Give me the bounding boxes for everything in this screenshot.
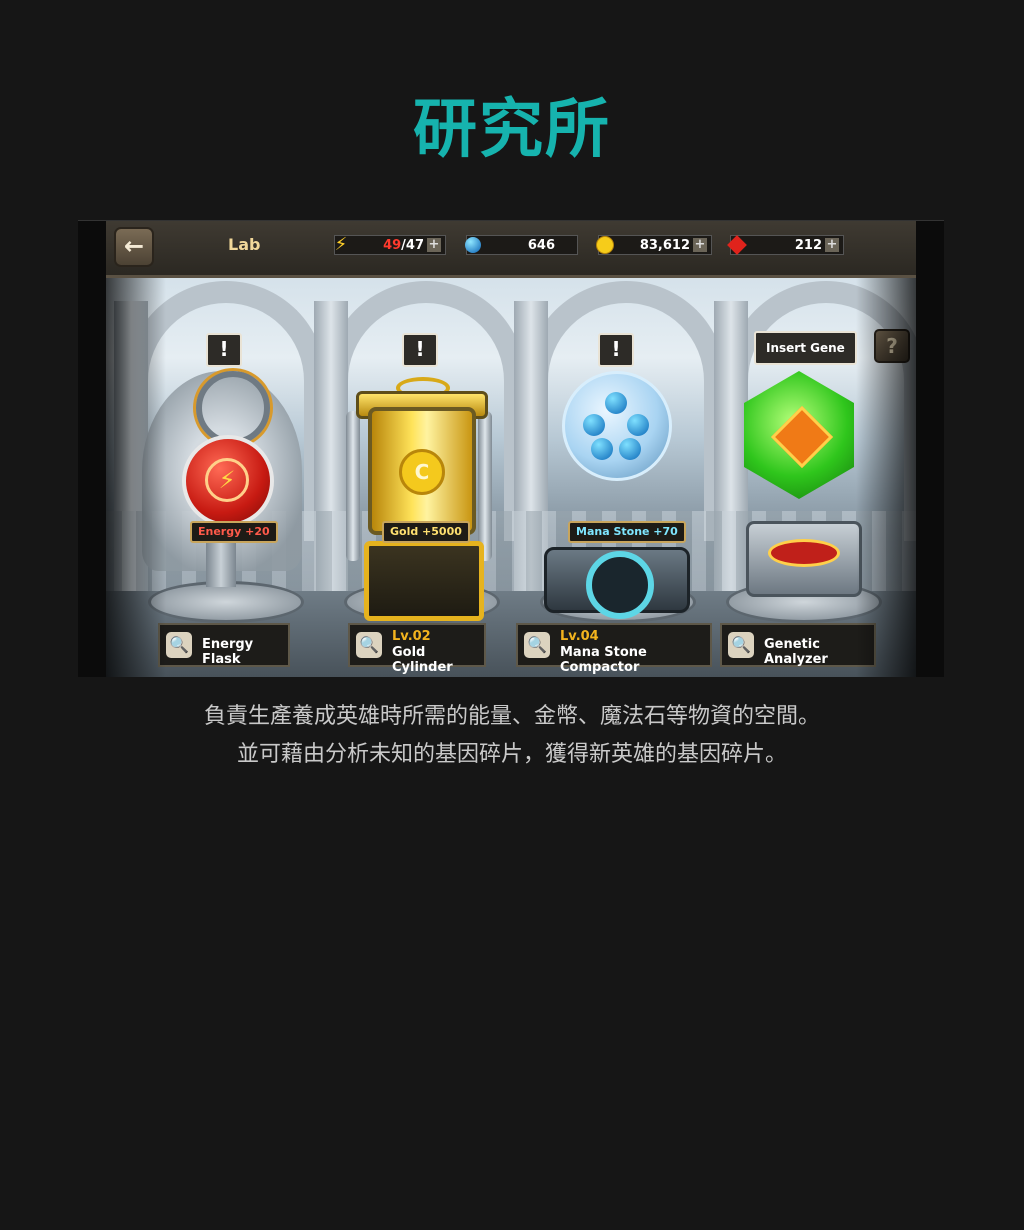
pipe bbox=[478, 411, 492, 561]
energy-max: /47 bbox=[401, 238, 424, 253]
machine-name: Mana Stone Compactor bbox=[560, 645, 647, 675]
page-title: 研究所 bbox=[413, 93, 611, 167]
mana-compactor-alert[interactable]: ! bbox=[598, 333, 634, 367]
gold-counter[interactable]: 83,612 + bbox=[596, 235, 712, 255]
analyzer-ring bbox=[768, 539, 840, 567]
lightning-icon: ⚡ bbox=[205, 458, 249, 502]
mana-stone-value: 646 bbox=[527, 238, 555, 253]
energy-current: 49 bbox=[383, 238, 402, 253]
energy-flask-info-button[interactable]: 🔍 Energy Flask bbox=[158, 623, 290, 667]
gear-chamber bbox=[364, 541, 484, 621]
magnifier-icon: 🔍 bbox=[728, 632, 754, 658]
machine-name: Gold Cylinder bbox=[392, 645, 453, 675]
pedestal bbox=[148, 581, 304, 623]
mana-orb-icon bbox=[583, 414, 605, 436]
add-gold-button[interactable]: + bbox=[693, 238, 707, 252]
machine-level: Lv.04 bbox=[560, 629, 599, 644]
mana-bonus-label: Mana Stone +70 bbox=[568, 521, 686, 543]
magnifier-icon: 🔍 bbox=[524, 632, 550, 658]
ruby-counter[interactable]: 212 + bbox=[727, 235, 844, 255]
ruby-value: 212 bbox=[794, 238, 822, 253]
magnifier-icon: 🔍 bbox=[166, 632, 192, 658]
mana-orb-icon bbox=[627, 414, 649, 436]
lightning-icon: ⚡ bbox=[334, 234, 348, 255]
description-line-1: 負責生產養成英雄時所需的能量、金幣、魔法石等物資的空間。 bbox=[203, 704, 820, 729]
help-button[interactable]: ? bbox=[874, 329, 910, 363]
gold-cylinder-alert[interactable]: ! bbox=[402, 333, 438, 367]
energy-counter[interactable]: ⚡ 49/47 + bbox=[334, 234, 446, 255]
gold-coin-icon bbox=[593, 233, 617, 257]
gold-cylinder-info-button[interactable]: 🔍 Lv.02 Gold Cylinder bbox=[348, 623, 486, 675]
machine-level: Lv.02 bbox=[392, 629, 431, 644]
resource-bar: ← Lab ⚡ 49/47 + 646 83,612 + 212 + bbox=[106, 221, 916, 278]
energy-flask-alert[interactable]: ! bbox=[206, 333, 242, 367]
compactor-wheel bbox=[586, 551, 654, 619]
lab-scene: ← Lab ⚡ 49/47 + 646 83,612 + 212 + ! ! !… bbox=[106, 221, 916, 677]
gold-coin-icon: C bbox=[399, 449, 445, 495]
ruby-icon bbox=[725, 233, 749, 257]
energy-bonus-label: Energy +20 bbox=[190, 521, 278, 543]
halo-decoration bbox=[196, 371, 270, 445]
description-line-2: 並可藉由分析未知的基因碎片，獲得新英雄的基因碎片。 bbox=[236, 742, 787, 767]
screen-title: Lab bbox=[228, 235, 261, 254]
back-button[interactable]: ← bbox=[114, 227, 154, 267]
magnifier-icon: 🔍 bbox=[356, 632, 382, 658]
add-energy-button[interactable]: + bbox=[427, 238, 441, 252]
game-screenshot: ← Lab ⚡ 49/47 + 646 83,612 + 212 + ! ! !… bbox=[78, 220, 944, 677]
gold-value: 83,612 bbox=[639, 238, 690, 253]
machine-name: Genetic Analyzer bbox=[764, 637, 828, 667]
insert-gene-button[interactable]: Insert Gene bbox=[754, 331, 857, 365]
energy-flask-machine[interactable]: ⚡ bbox=[182, 435, 274, 527]
bonus-text: Gold +5000 bbox=[390, 525, 462, 538]
mana-orb-icon bbox=[591, 438, 613, 460]
mana-compactor-info-button[interactable]: 🔍 Lv.04 Mana Stone Compactor bbox=[516, 623, 712, 675]
mana-stone-counter: 646 bbox=[465, 235, 578, 255]
mana-stone-compactor-machine[interactable] bbox=[562, 371, 672, 481]
mana-orb-icon bbox=[461, 233, 485, 257]
mana-orb-icon bbox=[619, 438, 641, 460]
add-ruby-button[interactable]: + bbox=[825, 238, 839, 252]
genetic-analyzer-info-button[interactable]: 🔍 Genetic Analyzer bbox=[720, 623, 876, 667]
gold-bonus-label: Gold +5000 bbox=[382, 521, 470, 543]
machine-name: Energy Flask bbox=[202, 637, 254, 667]
bonus-text: Energy +20 bbox=[198, 525, 270, 538]
mana-orb-icon bbox=[605, 392, 627, 414]
bonus-text: Mana Stone +70 bbox=[576, 525, 678, 538]
pipe bbox=[346, 411, 360, 561]
back-arrow-icon: ← bbox=[123, 232, 145, 260]
